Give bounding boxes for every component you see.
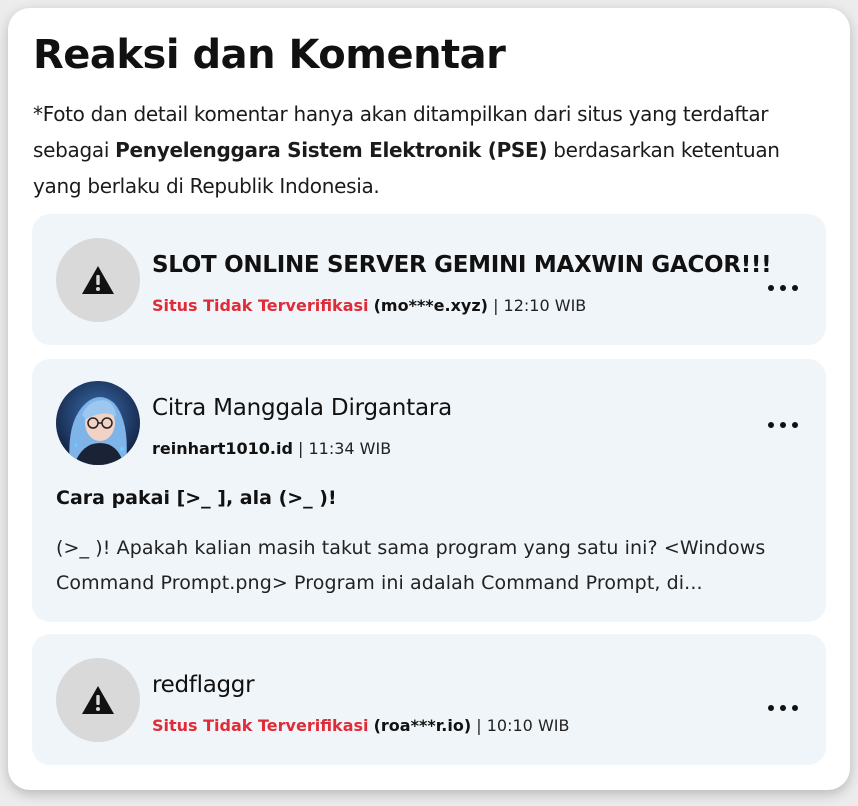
- dot-icon: [792, 285, 798, 291]
- comment-author[interactable]: Citra Manggala Dirgantara: [152, 395, 452, 421]
- more-options-button[interactable]: [768, 415, 798, 435]
- comment-source[interactable]: reinhart1010.id: [152, 439, 293, 458]
- dot-icon: [768, 422, 774, 428]
- comment-card[interactable]: Citra Manggala Dirgantara reinhart1010.i…: [32, 359, 826, 622]
- dot-icon: [780, 285, 786, 291]
- dot-icon: [780, 705, 786, 711]
- unverified-site-label: Situs Tidak Terverifikasi: [152, 296, 369, 315]
- comment-time: | 10:10 WIB: [476, 716, 570, 735]
- dot-icon: [768, 705, 774, 711]
- comment-time: | 12:10 WIB: [493, 296, 587, 315]
- dot-icon: [792, 422, 798, 428]
- notice-bold: Penyelenggara Sistem Elektronik (PSE): [115, 138, 548, 162]
- warning-triangle-icon: [82, 686, 114, 714]
- post-title[interactable]: Cara pakai [>_ ], ala (>_ )!: [56, 487, 337, 509]
- comment-author[interactable]: redflaggr: [152, 672, 255, 698]
- user-avatar-illustration: [56, 381, 140, 465]
- comment-source[interactable]: (roa***r.io): [374, 716, 472, 735]
- comment-meta: Situs Tidak Terverifikasi (mo***e.xyz) |…: [152, 296, 586, 315]
- avatar: [56, 381, 140, 465]
- comment-source[interactable]: (mo***e.xyz): [374, 296, 488, 315]
- comment-card[interactable]: redflaggr Situs Tidak Terverifikasi (roa…: [32, 634, 826, 765]
- avatar: [56, 238, 140, 322]
- comment-card[interactable]: SLOT ONLINE SERVER GEMINI MAXWIN GACOR!!…: [32, 214, 826, 345]
- comment-meta: reinhart1010.id | 11:34 WIB: [152, 439, 391, 458]
- comment-meta: Situs Tidak Terverifikasi (roa***r.io) |…: [152, 716, 569, 735]
- dot-icon: [768, 285, 774, 291]
- warning-triangle-icon: [82, 266, 114, 294]
- dot-icon: [792, 705, 798, 711]
- reactions-panel: Reaksi dan Komentar *Foto dan detail kom…: [8, 8, 850, 790]
- post-excerpt: (>_ )! Apakah kalian masih takut sama pr…: [56, 537, 766, 594]
- more-options-button[interactable]: [768, 698, 798, 718]
- pse-notice: *Foto dan detail komentar hanya akan dit…: [33, 96, 833, 204]
- comment-author[interactable]: SLOT ONLINE SERVER GEMINI MAXWIN GACOR!!…: [152, 252, 772, 278]
- comment-time: | 11:34 WIB: [297, 439, 392, 458]
- section-title: Reaksi dan Komentar: [33, 32, 506, 78]
- dot-icon: [780, 422, 786, 428]
- more-options-button[interactable]: [768, 278, 798, 298]
- avatar: [56, 658, 140, 742]
- unverified-site-label: Situs Tidak Terverifikasi: [152, 716, 369, 735]
